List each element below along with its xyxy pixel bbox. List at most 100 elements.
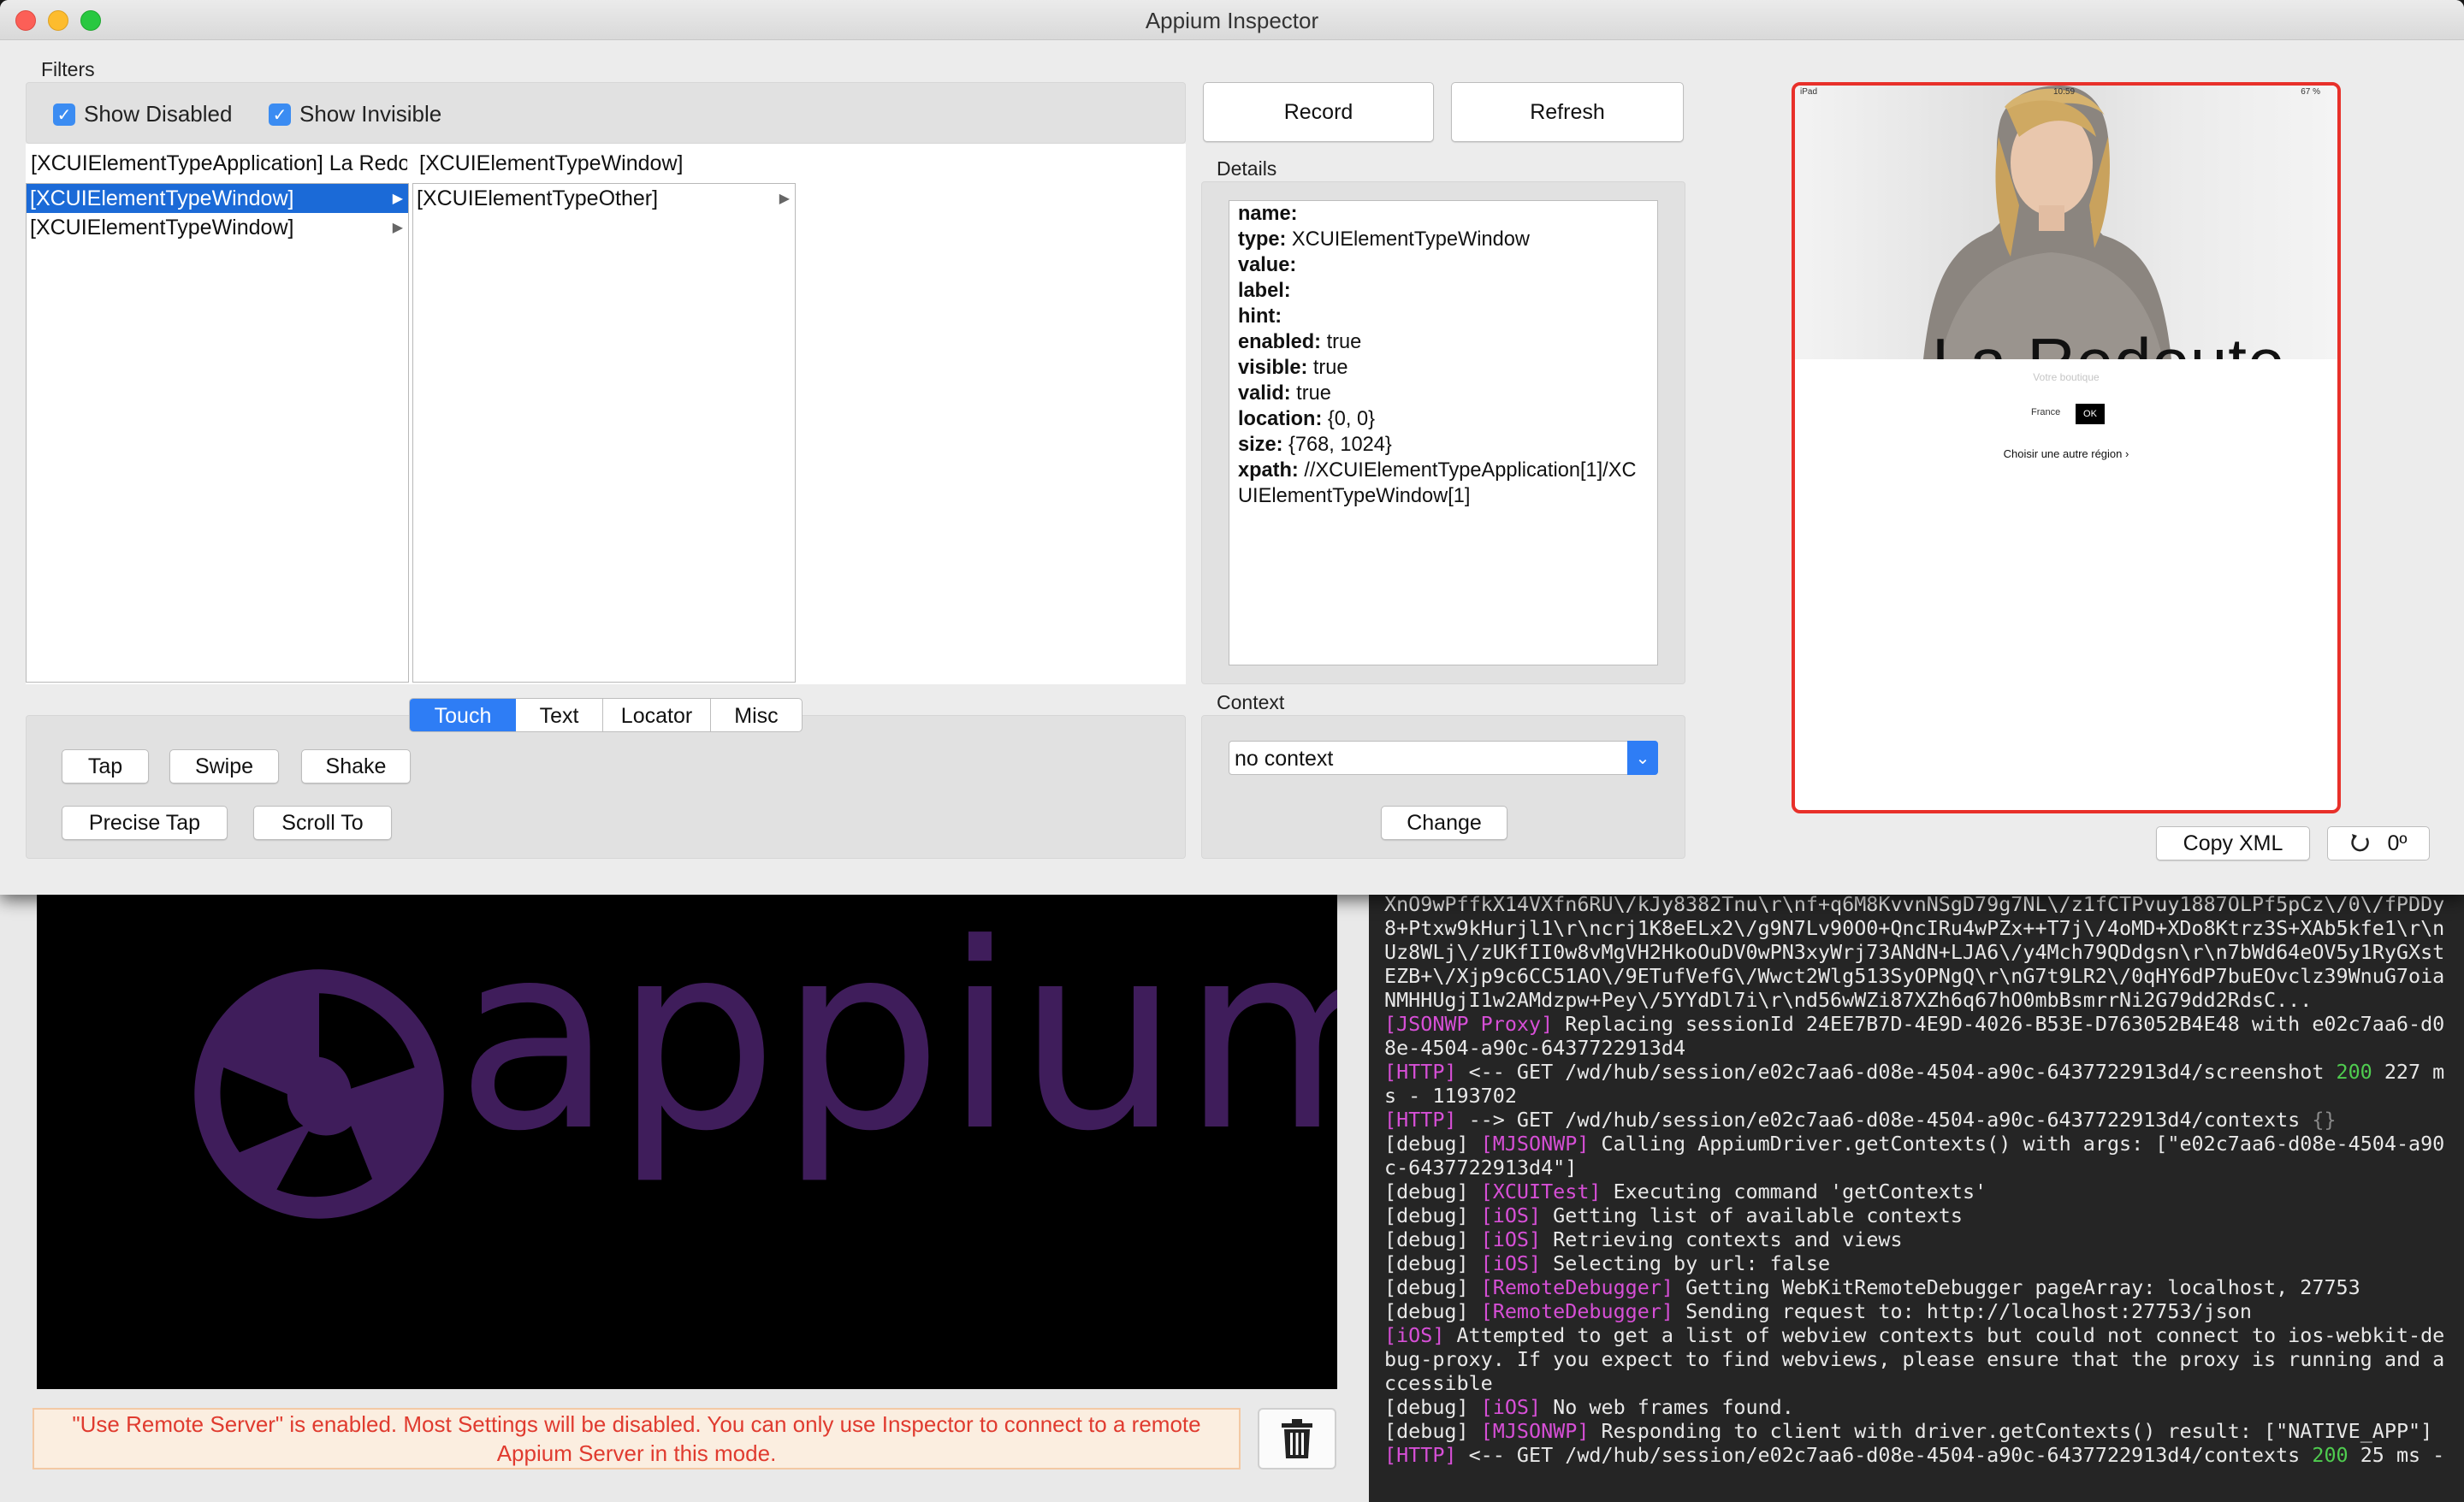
scroll-to-button[interactable]: Scroll To (253, 806, 392, 840)
clear-logs-button[interactable] (1258, 1408, 1336, 1469)
log-line: [debug] [iOS] Getting list of available … (1384, 1203, 2454, 1227)
log-line: [debug] [iOS] No web frames found. (1384, 1395, 2454, 1419)
tab-misc[interactable]: Misc (711, 699, 802, 731)
log-message: No web frames found. (1541, 1395, 1794, 1419)
tree-node-window-2[interactable]: [XCUIElementTypeWindow] ▶ (27, 213, 408, 242)
change-context-button[interactable]: Change (1381, 806, 1507, 840)
tree-node-label: [XCUIElementTypeOther] (417, 186, 659, 210)
detail-key: value: (1238, 254, 1297, 276)
tree-node-label: [XCUIElementTypeWindow] (30, 186, 294, 210)
log-line: [debug] [MJSONWP] Calling AppiumDriver.g… (1384, 1132, 2454, 1180)
appium-logo-icon (194, 969, 444, 1219)
show-disabled-checkbox[interactable]: ✓ Show Disabled (53, 101, 232, 127)
device-ok-button: OK (2076, 404, 2105, 424)
details-content: name: type: XCUIElementTypeWindow value: la… (1229, 200, 1658, 665)
detail-key: hint: (1238, 305, 1282, 328)
detail-key: type: (1238, 228, 1287, 251)
detail-row: label: (1238, 278, 1649, 304)
log-line: XnO9wPffkX14VXfn6RU\/kJy8382Tnu\r\nf+q6M… (1384, 892, 2454, 1012)
log-status: 200 (2312, 1443, 2348, 1467)
log-tag: [iOS] (1384, 1323, 1445, 1347)
detail-value: {0, 0} (1322, 408, 1375, 430)
log-message: Retrieving contexts and views (1541, 1227, 1903, 1251)
log-level: [debug] (1384, 1419, 1481, 1443)
shake-button[interactable]: Shake (301, 749, 411, 784)
precise-tap-button[interactable]: Precise Tap (62, 806, 228, 840)
log-tag: [RemoteDebugger] (1480, 1299, 1673, 1323)
device-hero-photo: iPad 10:59 67 % La Redoute (1795, 86, 2337, 359)
detail-key: enabled: (1238, 331, 1322, 353)
detail-row: hint: (1238, 304, 1649, 329)
detail-row: visible: true (1238, 355, 1649, 381)
refresh-button[interactable]: Refresh (1451, 82, 1684, 142)
detail-row: location: {0, 0} (1238, 406, 1649, 432)
context-select[interactable]: no context ⌄ (1229, 741, 1658, 775)
disclosure-arrow-icon: ▶ (779, 190, 790, 206)
log-tag: [XCUITest] (1480, 1180, 1602, 1203)
detail-key: location: (1238, 408, 1323, 430)
log-tag: [HTTP] (1384, 1443, 1457, 1467)
log-tag: [HTTP] (1384, 1060, 1457, 1084)
log-message: Executing command 'getContexts' (1601, 1180, 1987, 1203)
detail-row: enabled: true (1238, 329, 1649, 355)
model-photo-image (1923, 86, 2171, 359)
log-message: Selecting by url: false (1541, 1251, 1831, 1275)
detail-key: visible: (1238, 357, 1308, 379)
record-button[interactable]: Record (1203, 82, 1434, 142)
filters-label: Filters (41, 58, 95, 80)
device-brand-text: La Redoute (1932, 323, 2285, 359)
log-tag: [iOS] (1480, 1227, 1542, 1251)
device-country: France (2031, 407, 2061, 417)
detail-value: true (1307, 357, 1348, 379)
tab-text[interactable]: Text (516, 699, 603, 731)
detail-row: name: (1238, 201, 1649, 227)
tab-touch[interactable]: Touch (410, 699, 516, 731)
tree-column-2: [XCUIElementTypeOther] ▶ (412, 183, 796, 683)
appium-wordmark: appium (456, 893, 1337, 1187)
log-message: Attempted to get a list of webview conte… (1384, 1323, 2445, 1395)
log-message: <-- GET /wd/hub/session/e02c7aa6-d08e-45… (1456, 1443, 2313, 1467)
log-level: [debug] (1384, 1251, 1481, 1275)
log-level: [debug] (1384, 1180, 1481, 1203)
tab-locator[interactable]: Locator (603, 699, 711, 731)
tree-node-other[interactable]: [XCUIElementTypeOther] ▶ (413, 184, 795, 213)
log-message: XnO9wPffkX14VXfn6RU\/kJy8382Tnu\r\nf+q6M… (1384, 892, 2445, 1012)
log-message: Getting WebKitRemoteDebugger pageArray: … (1673, 1275, 2360, 1299)
log-line: [JSONWP Proxy] Replacing sessionId 24EE7… (1384, 1012, 2454, 1060)
copy-xml-button[interactable]: Copy XML (2156, 826, 2310, 860)
log-level: [debug] (1384, 1395, 1481, 1419)
log-level: [debug] (1384, 1227, 1481, 1251)
log-tag: [RemoteDebugger] (1480, 1275, 1673, 1299)
tree-column-1-header: [XCUIElementTypeApplication] La Redoute (31, 151, 407, 175)
details-label: Details (1217, 157, 1277, 180)
rotate-device-button[interactable]: 0º (2327, 826, 2430, 860)
log-message: Sending request to: http://localhost:277… (1673, 1299, 2252, 1323)
minimize-window-button[interactable] (48, 10, 68, 31)
detail-row: type: XCUIElementTypeWindow (1238, 227, 1649, 252)
detail-row: xpath: //XCUIElementTypeApplication[1]/X… (1238, 458, 1649, 509)
device-screenshot[interactable]: iPad 10:59 67 % La Redoute Votre boutiqu… (1792, 82, 2341, 813)
tap-button[interactable]: Tap (62, 749, 149, 784)
log-tail: 25 ms - (2348, 1443, 2445, 1467)
trash-icon (1282, 1419, 1312, 1458)
chevron-down-icon: ⌄ (1627, 741, 1658, 775)
log-status: {} (2312, 1108, 2337, 1132)
device-status-left: iPad (1800, 87, 1818, 97)
action-tab-bar: Touch Text Locator Misc (409, 698, 803, 732)
detail-value: XCUIElementTypeWindow (1286, 228, 1530, 251)
tree-column-2-header: [XCUIElementTypeWindow] (419, 151, 684, 175)
log-message: --> GET /wd/hub/session/e02c7aa6-d08e-45… (1456, 1108, 2313, 1132)
context-label: Context (1217, 691, 1285, 713)
remote-server-warning: "Use Remote Server" is enabled. Most Set… (33, 1408, 1241, 1469)
close-window-button[interactable] (15, 10, 36, 31)
log-line: [HTTP] --> GET /wd/hub/session/e02c7aa6-… (1384, 1108, 2454, 1132)
log-line: [debug] [iOS] Retrieving contexts and vi… (1384, 1227, 2454, 1251)
log-tag: [HTTP] (1384, 1108, 1457, 1132)
show-invisible-checkbox[interactable]: ✓ Show Invisible (269, 101, 441, 127)
detail-key: label: (1238, 280, 1291, 302)
log-line: [HTTP] <-- GET /wd/hub/session/e02c7aa6-… (1384, 1060, 2454, 1108)
maximize-window-button[interactable] (80, 10, 101, 31)
swipe-button[interactable]: Swipe (169, 749, 279, 784)
detail-key: size: (1238, 434, 1283, 456)
tree-node-window-1[interactable]: [XCUIElementTypeWindow] ▶ (27, 184, 408, 213)
